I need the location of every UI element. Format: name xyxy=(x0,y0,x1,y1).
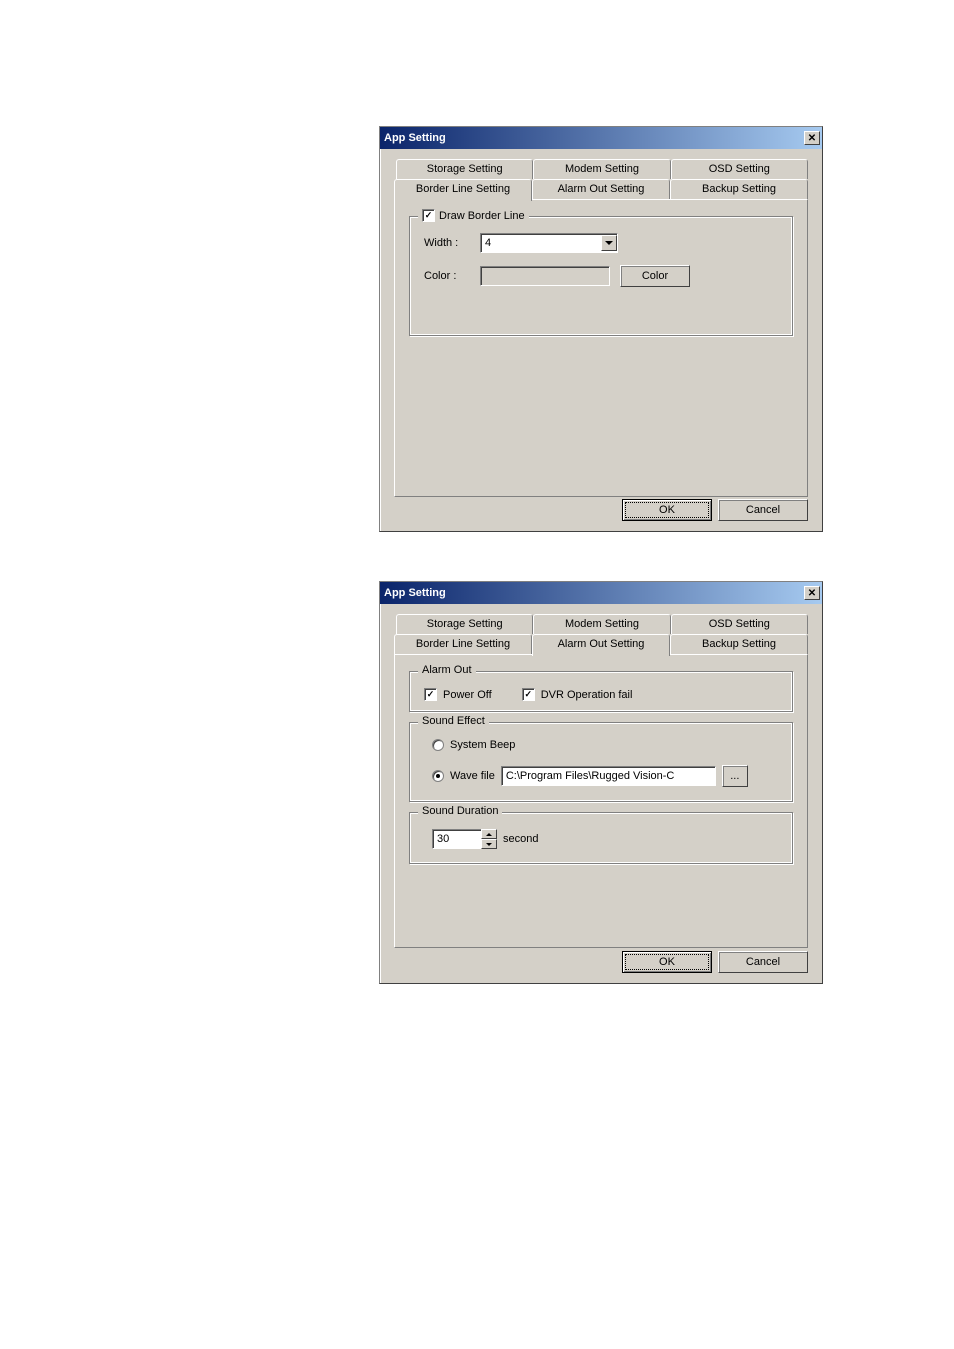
system-beep-radio[interactable] xyxy=(432,739,444,751)
dvr-fail-label: DVR Operation fail xyxy=(541,689,633,701)
dialog-title: App Setting xyxy=(384,132,446,144)
close-button[interactable]: ✕ xyxy=(804,586,820,600)
width-dropdown-button[interactable] xyxy=(601,235,617,251)
spin-up-button[interactable] xyxy=(481,829,497,839)
tab-storage-setting[interactable]: Storage Setting xyxy=(396,159,533,179)
color-swatch xyxy=(480,266,610,286)
sound-effect-legend: Sound Effect xyxy=(418,715,489,727)
sound-effect-group: Sound Effect System Beep Wave file ... xyxy=(409,722,793,802)
tab-row-2: Border Line Setting Alarm Out Setting Ba… xyxy=(394,179,808,199)
tab-backup-setting[interactable]: Backup Setting xyxy=(670,179,808,199)
dialog-button-row: OK Cancel xyxy=(622,951,808,973)
wave-file-path-input[interactable] xyxy=(501,766,716,786)
duration-input[interactable] xyxy=(432,829,482,849)
cancel-button[interactable]: Cancel xyxy=(718,951,808,973)
dialog-button-row: OK Cancel xyxy=(622,499,808,521)
tab-alarm-out-setting[interactable]: Alarm Out Setting xyxy=(532,179,670,199)
alarm-out-legend: Alarm Out xyxy=(418,664,476,676)
tab-alarm-out-setting[interactable]: Alarm Out Setting xyxy=(532,634,670,656)
tab-osd-setting[interactable]: OSD Setting xyxy=(671,614,808,634)
tab-storage-setting[interactable]: Storage Setting xyxy=(396,614,533,634)
dvr-fail-option: ✓ DVR Operation fail xyxy=(522,688,633,701)
ok-button[interactable]: OK xyxy=(622,951,712,973)
power-off-label: Power Off xyxy=(443,689,492,701)
titlebar: App Setting ✕ xyxy=(380,127,822,149)
tab-panel-alarm: Alarm Out ✓ Power Off ✓ DVR Operation fa… xyxy=(394,654,808,948)
width-row: Width : xyxy=(424,233,778,253)
tab-border-line-setting[interactable]: Border Line Setting xyxy=(394,634,532,654)
tab-row-2: Border Line Setting Alarm Out Setting Ba… xyxy=(394,634,808,654)
draw-border-label: Draw Border Line xyxy=(439,210,525,222)
browse-button[interactable]: ... xyxy=(722,765,748,787)
draw-border-line-group: ✓ Draw Border Line Width : Color : Color xyxy=(409,216,793,336)
color-button[interactable]: Color xyxy=(620,265,690,287)
wave-file-option: Wave file ... xyxy=(432,765,778,787)
close-button[interactable]: ✕ xyxy=(804,131,820,145)
width-combo[interactable] xyxy=(480,233,618,253)
spinner-buttons xyxy=(481,829,497,849)
close-icon: ✕ xyxy=(808,133,816,144)
power-off-option: ✓ Power Off xyxy=(424,688,492,701)
ok-button[interactable]: OK xyxy=(622,499,712,521)
app-setting-dialog-border: App Setting ✕ Storage Setting Modem Sett… xyxy=(379,126,823,532)
titlebar: App Setting ✕ xyxy=(380,582,822,604)
color-row: Color : Color xyxy=(424,265,778,287)
alarm-out-group: Alarm Out ✓ Power Off ✓ DVR Operation fa… xyxy=(409,671,793,712)
system-beep-option: System Beep xyxy=(432,739,778,751)
wave-file-label: Wave file xyxy=(450,770,495,782)
draw-border-legend: ✓ Draw Border Line xyxy=(418,209,529,222)
close-icon: ✕ xyxy=(808,588,816,599)
tab-modem-setting[interactable]: Modem Setting xyxy=(533,614,670,634)
tab-border-line-setting[interactable]: Border Line Setting xyxy=(394,179,532,201)
tab-backup-setting[interactable]: Backup Setting xyxy=(670,634,808,654)
wave-file-radio[interactable] xyxy=(432,770,444,782)
dialog-body: Storage Setting Modem Setting OSD Settin… xyxy=(380,604,822,983)
dialog-title: App Setting xyxy=(384,587,446,599)
dvr-fail-checkbox[interactable]: ✓ xyxy=(522,688,535,701)
power-off-checkbox[interactable]: ✓ xyxy=(424,688,437,701)
system-beep-label: System Beep xyxy=(450,739,515,751)
dialog-body: Storage Setting Modem Setting OSD Settin… xyxy=(380,149,822,531)
sound-duration-group: Sound Duration second xyxy=(409,812,793,864)
app-setting-dialog-alarm: App Setting ✕ Storage Setting Modem Sett… xyxy=(379,581,823,984)
sound-duration-legend: Sound Duration xyxy=(418,805,502,817)
spin-down-button[interactable] xyxy=(481,839,497,849)
tab-modem-setting[interactable]: Modem Setting xyxy=(533,159,670,179)
width-label: Width : xyxy=(424,237,470,249)
cancel-button[interactable]: Cancel xyxy=(718,499,808,521)
tab-row-1: Storage Setting Modem Setting OSD Settin… xyxy=(396,614,808,634)
width-input[interactable] xyxy=(481,234,601,252)
tab-panel-border: ✓ Draw Border Line Width : Color : Color xyxy=(394,199,808,497)
draw-border-checkbox[interactable]: ✓ xyxy=(422,209,435,222)
duration-unit: second xyxy=(503,833,538,845)
tab-osd-setting[interactable]: OSD Setting xyxy=(671,159,808,179)
duration-spinner xyxy=(432,829,497,849)
color-label: Color : xyxy=(424,270,470,282)
tab-row-1: Storage Setting Modem Setting OSD Settin… xyxy=(396,159,808,179)
